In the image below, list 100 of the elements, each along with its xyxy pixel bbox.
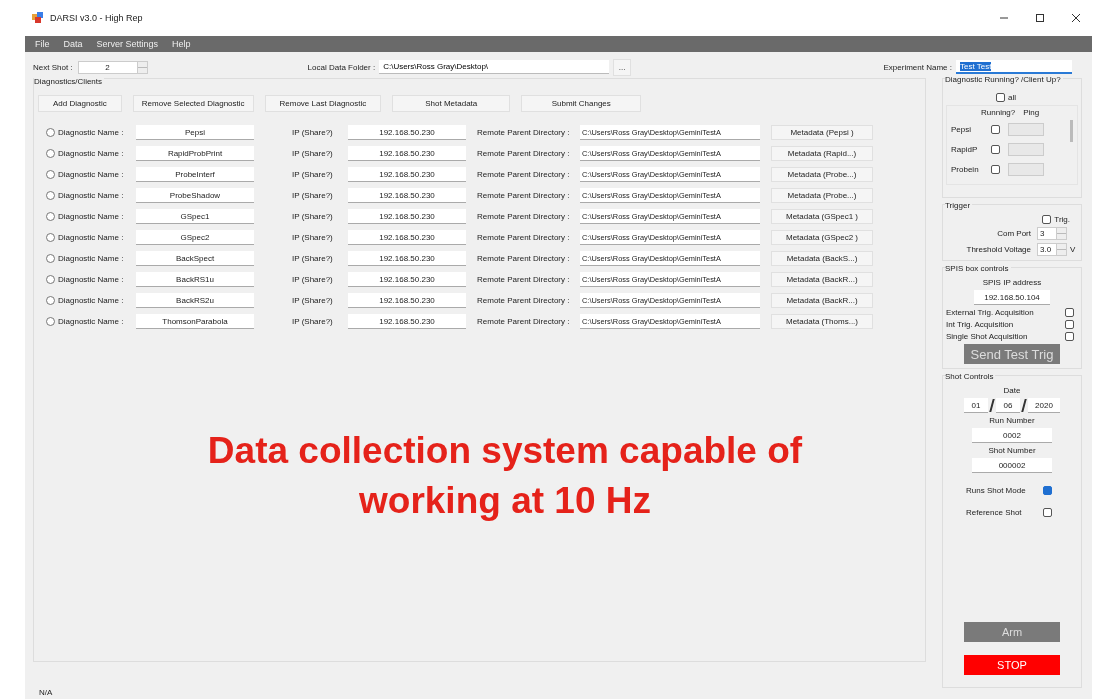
field-label: Diagnostic Name :: [58, 170, 125, 179]
radio-button[interactable]: [46, 128, 55, 137]
next-shot-label: Next Shot :: [33, 62, 73, 72]
run-number-field[interactable]: 0002: [972, 428, 1052, 443]
ip-field[interactable]: 192.168.50.230: [348, 272, 466, 287]
toolbar-button[interactable]: Remove Selected Diagnostic: [132, 95, 254, 112]
checkbox[interactable]: [991, 144, 1000, 154]
field-label: IP (Share?): [292, 212, 334, 221]
metadata-button[interactable]: Metadata (Rapid...): [771, 146, 873, 161]
metadata-button[interactable]: Metadata (BackS...): [771, 251, 873, 266]
checkbox[interactable]: [1042, 215, 1052, 224]
diagnostic-label: Pepsi: [951, 124, 972, 134]
shot-number-field[interactable]: 000002: [972, 458, 1052, 473]
diagnostic-name-field[interactable]: Pepsi: [136, 125, 254, 140]
radio-button[interactable]: [46, 317, 55, 326]
toolbar-button[interactable]: Remove Last Diagnostic: [264, 95, 382, 112]
radio-button[interactable]: [46, 275, 55, 284]
field-label: Remote Parent Directory :: [477, 170, 571, 179]
field-label: Diagnostic Name :: [58, 149, 125, 158]
menu-item[interactable]: Data: [63, 39, 83, 49]
diagnostic-name-field[interactable]: RapidProbPrint: [136, 146, 254, 161]
radio-button[interactable]: [46, 149, 55, 158]
ip-field[interactable]: 192.168.50.230: [348, 188, 466, 203]
metadata-button[interactable]: Metadata (Probe...): [771, 188, 873, 203]
checkbox[interactable]: [991, 124, 1000, 134]
radio-button[interactable]: [46, 296, 55, 305]
ip-field[interactable]: 192.168.50.230: [348, 167, 466, 182]
toolbar-button[interactable]: Add Diagnostic: [38, 95, 122, 112]
date-field[interactable]: 2020: [1028, 398, 1060, 413]
metadata-button[interactable]: Metadata (Probe...): [771, 167, 873, 182]
radio-button[interactable]: [46, 254, 55, 263]
metadata-button[interactable]: Metadata (GSpec1 ): [771, 209, 873, 224]
field-label: IP (Share?): [292, 149, 334, 158]
radio-button[interactable]: [46, 170, 55, 179]
ip-field[interactable]: 192.168.50.230: [348, 125, 466, 140]
checkbox-label: all: [1008, 93, 1016, 102]
checkbox[interactable]: [1065, 308, 1074, 317]
field-label: Diagnostic Name :: [58, 233, 125, 242]
menu-item[interactable]: File: [35, 39, 50, 49]
next-shot-spinner[interactable]: 2: [77, 60, 148, 74]
browse-button[interactable]: ...: [613, 58, 632, 76]
metadata-button[interactable]: Metadata (BackR...): [771, 293, 873, 308]
diagnostic-name-field[interactable]: GSpec1: [136, 209, 254, 224]
checkbox[interactable]: [996, 93, 1005, 102]
diagnostic-name-field[interactable]: ThomsonParabola: [136, 314, 254, 329]
toolbar-button[interactable]: Shot Metadata: [392, 95, 511, 112]
ip-field[interactable]: 192.168.50.230: [348, 314, 466, 329]
field-label: Diagnostic Name :: [58, 296, 125, 305]
field-label: Com Port: [996, 229, 1031, 238]
ip-field[interactable]: 192.168.50.230: [348, 293, 466, 308]
group-title: Diagnostic Running? /Client Up?: [945, 75, 1063, 85]
ip-field[interactable]: 192.168.50.230: [348, 146, 466, 161]
unit-label: V: [1070, 245, 1077, 254]
ping-indicator: [1008, 122, 1044, 136]
experiment-name-field[interactable]: Test Test: [956, 60, 1072, 74]
field-label: IP (Share?): [292, 233, 334, 242]
diagnostic-name-field[interactable]: ProbeInterf: [136, 167, 254, 182]
field-label: Remote Parent Directory :: [477, 191, 571, 200]
window-title: DARSI v3.0 - High Rep: [50, 13, 143, 23]
date-field[interactable]: 01: [964, 398, 988, 413]
radio-button[interactable]: [46, 212, 55, 221]
local-data-folder-field[interactable]: C:\Users\Ross Gray\Desktop\: [379, 60, 610, 74]
diagnostic-name-field[interactable]: ProbeShadow: [136, 188, 254, 203]
metadata-button[interactable]: Metadata (GSpec2 ): [771, 230, 873, 245]
date-field[interactable]: 06: [996, 398, 1020, 413]
checkbox[interactable]: [1043, 486, 1052, 495]
diagnostic-name-field[interactable]: GSpec2: [136, 230, 254, 245]
group-title: Shot Controls: [945, 372, 996, 382]
ip-field[interactable]: 192.168.50.104: [974, 290, 1050, 305]
threshold-spinner[interactable]: 3.0: [1037, 243, 1067, 256]
field-label: Remote Parent Directory :: [477, 233, 571, 242]
toolbar-button[interactable]: Submit Changes: [521, 95, 642, 112]
diagnostic-name-field[interactable]: BackRS2u: [136, 293, 254, 308]
menu-item[interactable]: Help: [172, 39, 191, 49]
diagnostic-name-field[interactable]: BackRS1u: [136, 272, 254, 287]
metadata-button[interactable]: Metadata (Pepsi ): [771, 125, 873, 140]
diagnostic-name-field[interactable]: BackSpect: [136, 251, 254, 266]
com-port-spinner[interactable]: 3: [1037, 227, 1067, 240]
checkbox[interactable]: [991, 164, 1000, 174]
field-label: IP (Share?): [292, 317, 334, 326]
ip-field[interactable]: 192.168.50.230: [348, 251, 466, 266]
ping-indicator: [1008, 142, 1044, 156]
maximize-icon[interactable]: [1035, 13, 1045, 23]
app-icon: [32, 12, 44, 24]
metadata-button[interactable]: Metadata (Thoms...): [771, 314, 873, 329]
close-icon[interactable]: [1071, 13, 1081, 23]
ping-indicator: [1008, 162, 1044, 176]
checkbox[interactable]: [1065, 332, 1074, 341]
checkbox[interactable]: [1043, 508, 1052, 517]
checkbox-label: Int Trig. Acquisition: [946, 320, 1014, 329]
checkbox-label: Reference Shot: [966, 508, 1022, 517]
stop-button[interactable]: STOP: [964, 655, 1060, 675]
ip-field[interactable]: 192.168.50.230: [348, 230, 466, 245]
scrollbar-thumb[interactable]: [1070, 120, 1073, 142]
ip-field[interactable]: 192.168.50.230: [348, 209, 466, 224]
metadata-button[interactable]: Metadata (BackR...): [771, 272, 873, 287]
menu-item[interactable]: Server Settings: [96, 39, 159, 49]
radio-button[interactable]: [46, 233, 55, 242]
radio-button[interactable]: [46, 191, 55, 200]
checkbox[interactable]: [1065, 320, 1074, 329]
